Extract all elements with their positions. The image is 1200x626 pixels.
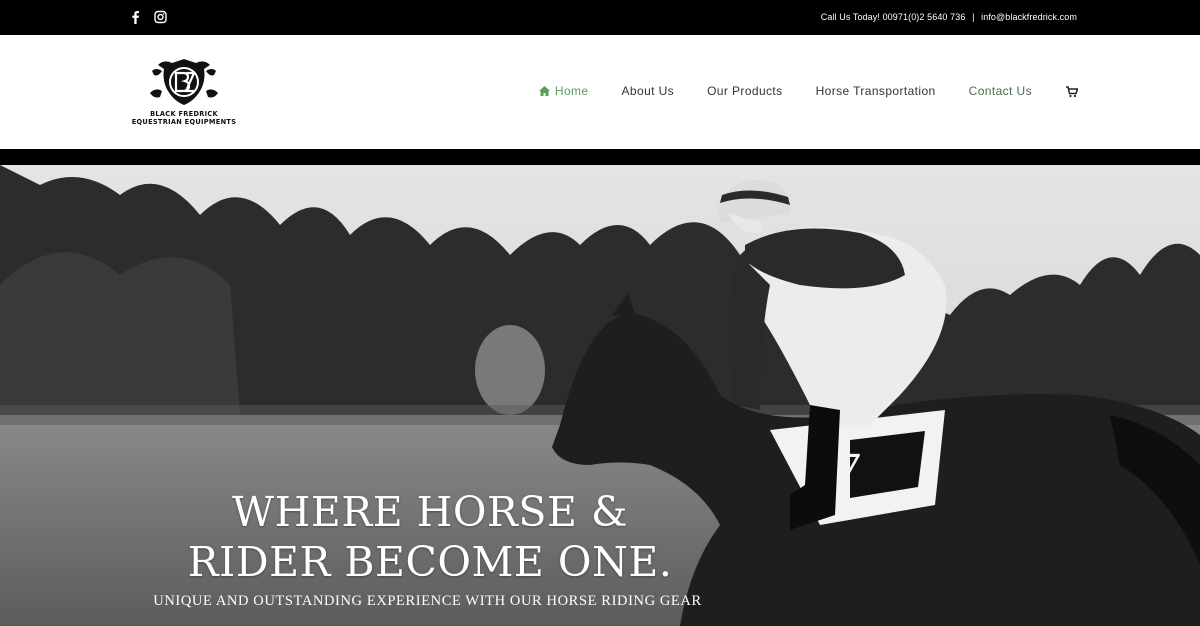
- nav-item-label: Horse Transportation: [815, 84, 936, 98]
- logo-line-2: EQUESTRIAN EQUIPMENTS: [131, 118, 237, 126]
- nav-item-label: Home: [554, 84, 589, 98]
- logo-emblem-icon: [150, 59, 218, 105]
- nav-item-our-products[interactable]: Our Products: [707, 84, 783, 98]
- logo-text: BLACK FREDRICK EQUESTRIAN EQUIPMENTS: [128, 110, 240, 126]
- hero-headline: WHERE HORSE & RIDER BECOME ONE.: [150, 487, 710, 587]
- site-header: BLACK FREDRICK EQUESTRIAN EQUIPMENTS Hom…: [0, 35, 1200, 149]
- nav-item-label: Contact Us: [968, 84, 1032, 98]
- nav-item-label: Our Products: [707, 84, 783, 98]
- cart-icon[interactable]: [1066, 85, 1079, 98]
- hero-headline-line-1: WHERE HORSE &: [232, 488, 628, 536]
- header-divider: [0, 149, 1200, 165]
- home-icon: [538, 86, 550, 96]
- logo-line-1: BLACK FREDRICK: [150, 110, 218, 118]
- nav-item-home[interactable]: Home: [538, 84, 589, 98]
- nav-item-about-us[interactable]: About Us: [622, 84, 675, 98]
- hero-banner: 7 WHERE HORSE & RIDER BECOME ONE. UNIQUE…: [0, 165, 1200, 626]
- facebook-icon[interactable]: [129, 10, 142, 24]
- hero-subtitle: UNIQUE AND OUTSTANDING EXPERIENCE WITH O…: [153, 593, 702, 609]
- site-logo[interactable]: BLACK FREDRICK EQUESTRIAN EQUIPMENTS: [128, 57, 240, 129]
- hero-headline-line-2: RIDER BECOME ONE.: [187, 538, 673, 586]
- instagram-icon[interactable]: [154, 10, 167, 24]
- contact-info: Call Us Today! 00971(0)2 5640 736 | info…: [821, 12, 1077, 22]
- email-link[interactable]: info@blackfredrick.com: [981, 12, 1077, 22]
- nav-item-label: About Us: [621, 84, 675, 98]
- phone-text: Call Us Today! 00971(0)2 5640 736: [820, 12, 966, 22]
- contact-separator: |: [972, 12, 975, 22]
- nav-item-horse-transportation[interactable]: Horse Transportation: [816, 84, 936, 98]
- social-links: [129, 10, 167, 24]
- main-nav: Home About Us Our Products Horse Transpo…: [538, 84, 1079, 98]
- nav-item-contact-us[interactable]: Contact Us: [969, 84, 1032, 98]
- top-bar: Call Us Today! 00971(0)2 5640 736 | info…: [0, 0, 1200, 35]
